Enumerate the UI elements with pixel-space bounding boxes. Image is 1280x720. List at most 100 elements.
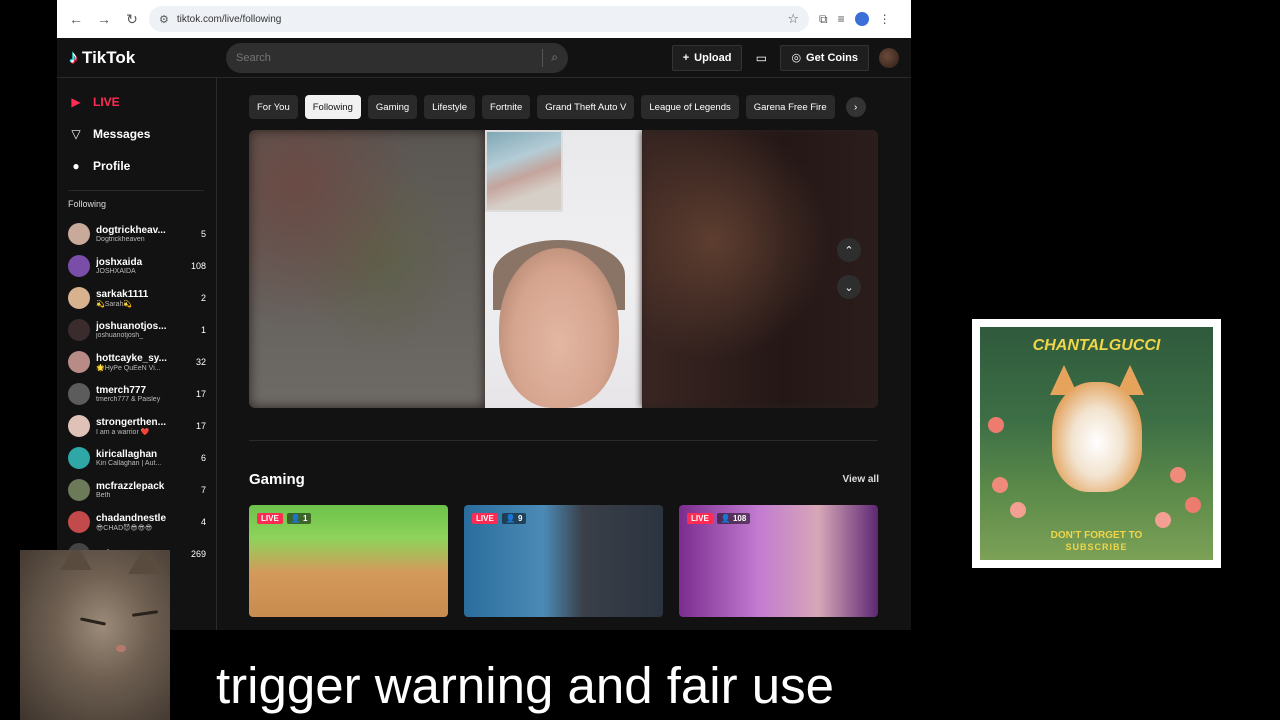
viewer-count: 👤 1 — [286, 513, 312, 524]
cat-eye — [79, 617, 107, 626]
bookmark-star-icon[interactable]: ☆ — [787, 11, 799, 27]
get-coins-button[interactable]: ◎ Get Coins — [780, 44, 869, 71]
media-icon[interactable]: ≡ — [838, 12, 845, 26]
following-list: dogtrickheav... Dogtrickheaven 5 joshxaida J… — [68, 218, 216, 570]
viewer-count: 6 — [200, 453, 206, 463]
viewer-count: 17 — [195, 389, 206, 399]
chevron-down-icon: ⌄ — [844, 281, 854, 294]
browser-toolbar: ← → ↻ ⚙ tiktok.com/live/following ☆ ⧉ ≡ … — [57, 0, 911, 38]
following-item[interactable]: kiricallaghan Kiri Callaghan | Aut... 6 — [68, 442, 216, 474]
back-icon[interactable]: ← — [65, 8, 87, 30]
following-avatar — [68, 415, 90, 437]
sidebar-item-profile[interactable]: ● Profile — [68, 150, 216, 182]
following-subtitle: Kiri Callaghan | Aut... — [96, 460, 162, 467]
live-card[interactable]: LIVE 👤 1 — [249, 505, 448, 617]
tiktok-logo[interactable]: ♪ TikTok — [69, 47, 226, 68]
following-subtitle: 💫Sarah💫 — [96, 300, 133, 308]
url-text[interactable]: tiktok.com/live/following — [177, 14, 779, 25]
next-stream-button[interactable]: ⌄ — [837, 275, 861, 299]
viewer-count: 👤 108 — [716, 513, 751, 524]
sidebar-divider — [68, 190, 204, 191]
live-badge: LIVE 👤 9 — [472, 513, 527, 524]
following-item[interactable]: joshuanotjos... joshuanotjosh_ 1 — [68, 314, 216, 346]
category-tab[interactable]: Garena Free Fire — [745, 95, 835, 119]
following-name: mcfrazzlepack — [96, 481, 165, 492]
following-item[interactable]: tmerch777 tmerch777 & Paisley 17 — [68, 378, 216, 410]
plus-icon: + — [682, 51, 690, 64]
following-meta: tmerch777 tmerch777 & Paisley — [96, 385, 176, 403]
following-name: tmerch777 — [96, 385, 147, 396]
site-info-icon[interactable]: ⚙ — [159, 13, 169, 26]
following-meta: joshuanotjos... joshuanotjosh_ — [96, 321, 176, 339]
live-video-frame[interactable] — [485, 130, 642, 408]
coin-icon: ◎ — [791, 52, 802, 64]
extensions-icon[interactable]: ⧉ — [819, 12, 828, 27]
forward-icon[interactable]: → — [93, 8, 115, 30]
sidebar-item-messages[interactable]: ▽ Messages — [68, 118, 216, 150]
search-input[interactable] — [236, 51, 535, 64]
main-content: For You Following Gaming Lifestyle Fortnite G… — [249, 78, 879, 630]
viewer-count: 32 — [195, 357, 206, 367]
caption-text: trigger warning and fair use — [216, 657, 835, 714]
blurred-backdrop-right — [642, 130, 878, 408]
flower-decoration — [1010, 502, 1026, 518]
live-card[interactable]: LIVE 👤 108 — [679, 505, 878, 617]
live-tag: LIVE — [687, 513, 713, 524]
sidebar-item-label: LIVE — [93, 95, 120, 109]
chevron-right-icon[interactable]: › — [845, 97, 866, 117]
following-item[interactable]: joshxaida JOSHXAIDA 108 — [68, 250, 216, 282]
browser-profile-avatar[interactable] — [854, 12, 869, 26]
inbox-icon[interactable]: ▭ — [752, 49, 770, 67]
following-name: joshxaida — [96, 257, 143, 268]
following-item[interactable]: hottcayke_sy... 🌟HyPe QuEeN Vi... 32 — [68, 346, 216, 378]
view-all-link[interactable]: View all — [842, 474, 879, 485]
sidebar-item-live[interactable]: ▶ LIVE — [68, 86, 216, 118]
category-tab[interactable]: Following — [304, 95, 361, 119]
tiktok-header: ♪ TikTok ⌕ + Upload ▭ ◎ Get Coins — [57, 38, 911, 78]
previous-stream-button[interactable]: ⌃ — [837, 238, 861, 262]
following-item[interactable]: mcfrazzlepack Beth 7 — [68, 474, 216, 506]
promo-cat-illustration — [1052, 382, 1142, 492]
live-badge: LIVE 👤 108 — [687, 513, 751, 524]
search-icon[interactable]: ⌕ — [551, 50, 558, 65]
coins-label: Get Coins — [806, 51, 858, 64]
following-meta: sarkak1111 💫Sarah💫 — [96, 289, 176, 308]
following-avatar — [68, 383, 90, 405]
upload-label: Upload — [694, 51, 732, 64]
user-avatar[interactable] — [879, 47, 899, 68]
following-item[interactable]: chadandnestle 😎CHAD😈😎😎😎 4 — [68, 506, 216, 538]
live-card[interactable]: LIVE 👤 9 — [464, 505, 663, 617]
following-item[interactable]: sarkak1111 💫Sarah💫 2 — [68, 282, 216, 314]
category-tab[interactable]: Grand Theft Auto V — [537, 95, 635, 119]
following-name: dogtrickheav... — [96, 225, 166, 236]
category-tab[interactable]: For You — [249, 95, 298, 119]
following-avatar — [68, 287, 90, 309]
category-tab[interactable]: Fortnite — [482, 95, 531, 119]
section-title: Gaming — [249, 471, 305, 488]
browser-menu-icon[interactable]: ⋮ — [879, 12, 891, 26]
tiktok-note-icon: ♪ — [69, 47, 78, 67]
following-meta: chadandnestle 😎CHAD😈😎😎😎 — [96, 513, 176, 532]
upload-button[interactable]: + Upload — [671, 44, 743, 71]
following-subtitle: tmerch777 & Paisley — [96, 396, 161, 403]
following-item[interactable]: dogtrickheav... Dogtrickheaven 5 — [68, 218, 216, 250]
flower-decoration — [1185, 497, 1201, 513]
viewer-count: 1 — [200, 325, 206, 335]
search-bar: ⌕ — [226, 42, 568, 73]
category-tab[interactable]: Lifestyle — [424, 95, 476, 119]
following-meta: hottcayke_sy... 🌟HyPe QuEeN Vi... — [96, 353, 176, 372]
gaming-cards: LIVE 👤 1 LIVE 👤 9 LIVE 👤 108 — [249, 505, 879, 617]
following-name: hottcayke_sy... — [96, 352, 167, 364]
sidebar: ▶ LIVE ▽ Messages ● Profile Following do… — [57, 78, 217, 630]
following-item[interactable]: strongerthen... I am a warrior ❤️ 17 — [68, 410, 216, 442]
live-player[interactable]: ⌃ ⌄ — [249, 130, 878, 408]
following-meta: dogtrickheav... Dogtrickheaven — [96, 225, 176, 243]
viewer-count: 5 — [200, 229, 206, 239]
address-bar[interactable]: ⚙ tiktok.com/live/following ☆ — [149, 6, 809, 32]
category-tab[interactable]: League of Legends — [641, 95, 739, 119]
category-tab[interactable]: Gaming — [367, 95, 418, 119]
reload-icon[interactable]: ↻ — [121, 8, 143, 30]
following-meta: mcfrazzlepack Beth — [96, 481, 176, 499]
live-tag: LIVE — [257, 513, 283, 524]
cat-ear — [128, 550, 160, 574]
